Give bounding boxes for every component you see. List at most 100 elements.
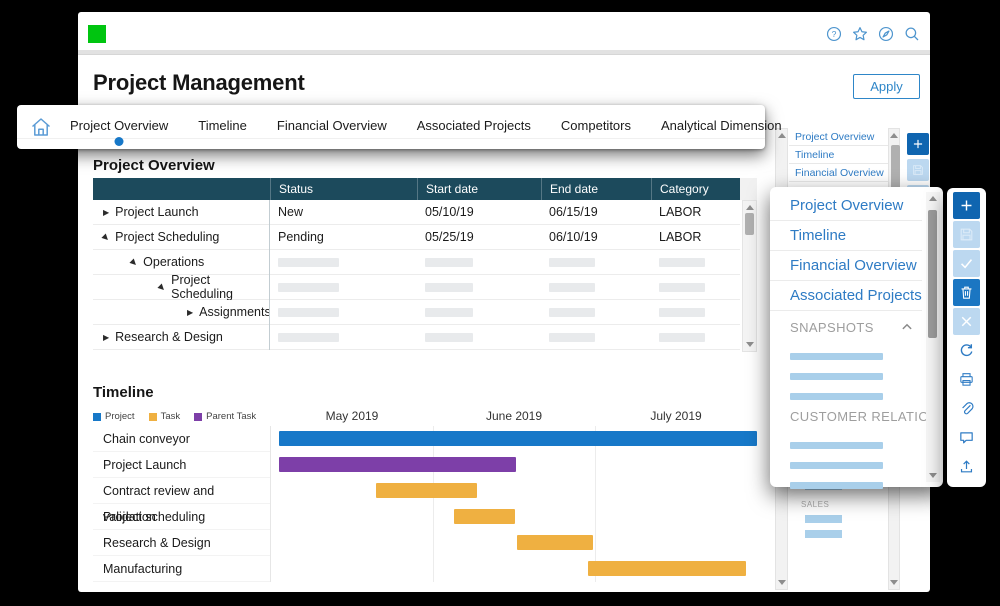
collapse-arrow-icon[interactable]: ▶ — [101, 232, 112, 243]
table-row[interactable]: ▶Project SchedulingPending05/25/1906/10/… — [93, 225, 740, 250]
legend-swatch — [149, 413, 157, 421]
compass-icon[interactable] — [877, 25, 895, 43]
print-button[interactable] — [953, 366, 980, 393]
placeholder-bar — [805, 515, 842, 523]
tab-associated-projects[interactable]: Associated Projects — [417, 116, 531, 139]
tab-analytical-dimension[interactable]: Analytical Dimension — [661, 116, 782, 139]
sidebar-item-project-overview[interactable]: Project Overview — [789, 128, 888, 146]
help-icon[interactable]: ? — [825, 25, 843, 43]
table-row[interactable]: ▶Project Scheduling — [93, 275, 740, 300]
collapse-arrow-icon[interactable]: ▶ — [157, 282, 168, 293]
scrollbar-thumb[interactable] — [745, 213, 754, 235]
popup-content: Project OverviewTimelineFinancial Overvi… — [770, 191, 922, 489]
overview-table-header: StatusStart dateEnd dateCategory — [93, 178, 740, 200]
column-header-category[interactable]: Category — [651, 178, 740, 200]
popup-item-associated-projects[interactable]: Associated Projects — [770, 281, 922, 311]
favorite-icon[interactable] — [851, 25, 869, 43]
placeholder-bar — [549, 333, 595, 342]
scroll-up-icon[interactable] — [890, 133, 898, 138]
start-date-cell — [417, 250, 541, 275]
scrollbar-thumb[interactable] — [928, 210, 937, 338]
status-cell — [270, 300, 417, 325]
expand-arrow-icon[interactable]: ▶ — [103, 208, 109, 217]
apply-button[interactable]: Apply — [853, 74, 920, 99]
end-date-cell — [541, 250, 651, 275]
table-scrollbar[interactable] — [742, 200, 757, 352]
column-header-start-date[interactable]: Start date — [417, 178, 541, 200]
gantt-row — [271, 556, 757, 582]
plus-button[interactable] — [953, 192, 980, 219]
expand-arrow-icon[interactable]: ▶ — [103, 333, 109, 342]
popup-scrollbar[interactable] — [926, 192, 940, 482]
sidebar-item-financial-overview[interactable]: Financial Overview — [789, 164, 888, 182]
timeline-heading: Timeline — [93, 384, 154, 401]
table-row[interactable]: ▶Assignments — [93, 300, 740, 325]
gantt-row-label: Contract review and validation — [93, 478, 270, 504]
svg-text:?: ? — [832, 29, 837, 39]
sidebar-item-timeline[interactable]: Timeline — [789, 146, 888, 164]
tab-financial-overview[interactable]: Financial Overview — [277, 116, 387, 139]
tab-timeline[interactable]: Timeline — [198, 116, 247, 139]
gantt-month-axis: May 2019June 2019July 2019 — [271, 409, 757, 423]
task-name-cell: ▶Operations — [93, 250, 270, 275]
task-name-cell: ▶Project Scheduling — [93, 275, 270, 300]
check-button[interactable] — [953, 250, 980, 277]
table-row[interactable]: ▶Operations — [93, 250, 740, 275]
gantt-legend: ProjectTaskParent Task — [93, 411, 256, 422]
gantt-bar-manufacturing[interactable] — [588, 561, 746, 576]
close-button[interactable] — [953, 308, 980, 335]
gantt-row-label: Project scheduling — [93, 504, 270, 530]
collapse-chevron-icon[interactable] — [898, 318, 916, 336]
attach-button[interactable] — [953, 395, 980, 422]
scroll-up-icon[interactable] — [929, 196, 937, 201]
upload-button[interactable] — [953, 453, 980, 480]
tab-competitors[interactable]: Competitors — [561, 116, 631, 139]
popup-section-header: CUSTOMER RELATION — [770, 403, 922, 429]
column-header-end-date[interactable]: End date — [541, 178, 651, 200]
popup-item-project-overview[interactable]: Project Overview — [770, 191, 922, 221]
task-name: Project Scheduling — [171, 275, 269, 300]
gantt-bar-research-design[interactable] — [517, 535, 593, 550]
popup-item-timeline[interactable]: Timeline — [770, 221, 922, 251]
gantt-row — [271, 530, 757, 556]
column-header-status[interactable]: Status — [270, 178, 417, 200]
zoom-popup-toolbar — [947, 188, 986, 487]
refresh-button[interactable] — [953, 337, 980, 364]
expand-arrow-icon[interactable]: ▶ — [187, 308, 193, 317]
comment-button[interactable] — [953, 424, 980, 451]
scroll-down-icon[interactable] — [746, 342, 754, 347]
table-row[interactable]: ▶Research & Design — [93, 325, 740, 350]
scroll-down-icon[interactable] — [929, 473, 937, 478]
scroll-down-icon[interactable] — [890, 580, 898, 585]
screenshot-stage: ? Project Management Apply Project Overv… — [0, 0, 1000, 606]
placeholder-bar — [790, 462, 883, 469]
popup-item-financial-overview[interactable]: Financial Overview — [770, 251, 922, 281]
placeholder-bar — [425, 258, 473, 267]
scroll-down-icon[interactable] — [778, 580, 786, 585]
scroll-up-icon[interactable] — [746, 205, 754, 210]
gantt-row — [271, 452, 757, 478]
scrollbar-thumb[interactable] — [891, 145, 900, 189]
gantt-bar-contract-review-and-validation[interactable] — [376, 483, 477, 498]
start-date-cell: 05/10/19 — [417, 200, 541, 225]
save-button[interactable] — [953, 221, 980, 248]
header-icons: ? — [825, 25, 921, 43]
status-cell — [270, 325, 417, 350]
save-button[interactable] — [907, 159, 929, 181]
collapse-arrow-icon[interactable]: ▶ — [129, 257, 140, 268]
plus-button[interactable] — [907, 133, 929, 155]
table-row[interactable]: ▶Project LaunchNew05/10/1906/15/19LABOR — [93, 200, 740, 225]
gantt-bar-project-launch[interactable] — [279, 457, 516, 472]
gantt-bar-project-scheduling[interactable] — [454, 509, 515, 524]
header-divider — [78, 50, 930, 55]
placeholder-bar — [659, 333, 705, 342]
end-date-cell — [541, 300, 651, 325]
gantt-bar-chain-conveyor[interactable] — [279, 431, 757, 446]
home-icon[interactable] — [29, 115, 53, 139]
legend-label: Task — [161, 411, 181, 422]
tab-project-overview[interactable]: Project Overview — [70, 116, 168, 139]
trash-button[interactable] — [953, 279, 980, 306]
search-icon[interactable] — [903, 25, 921, 43]
status-cell: Pending — [270, 225, 417, 250]
legend-item-task: Task — [149, 411, 181, 422]
